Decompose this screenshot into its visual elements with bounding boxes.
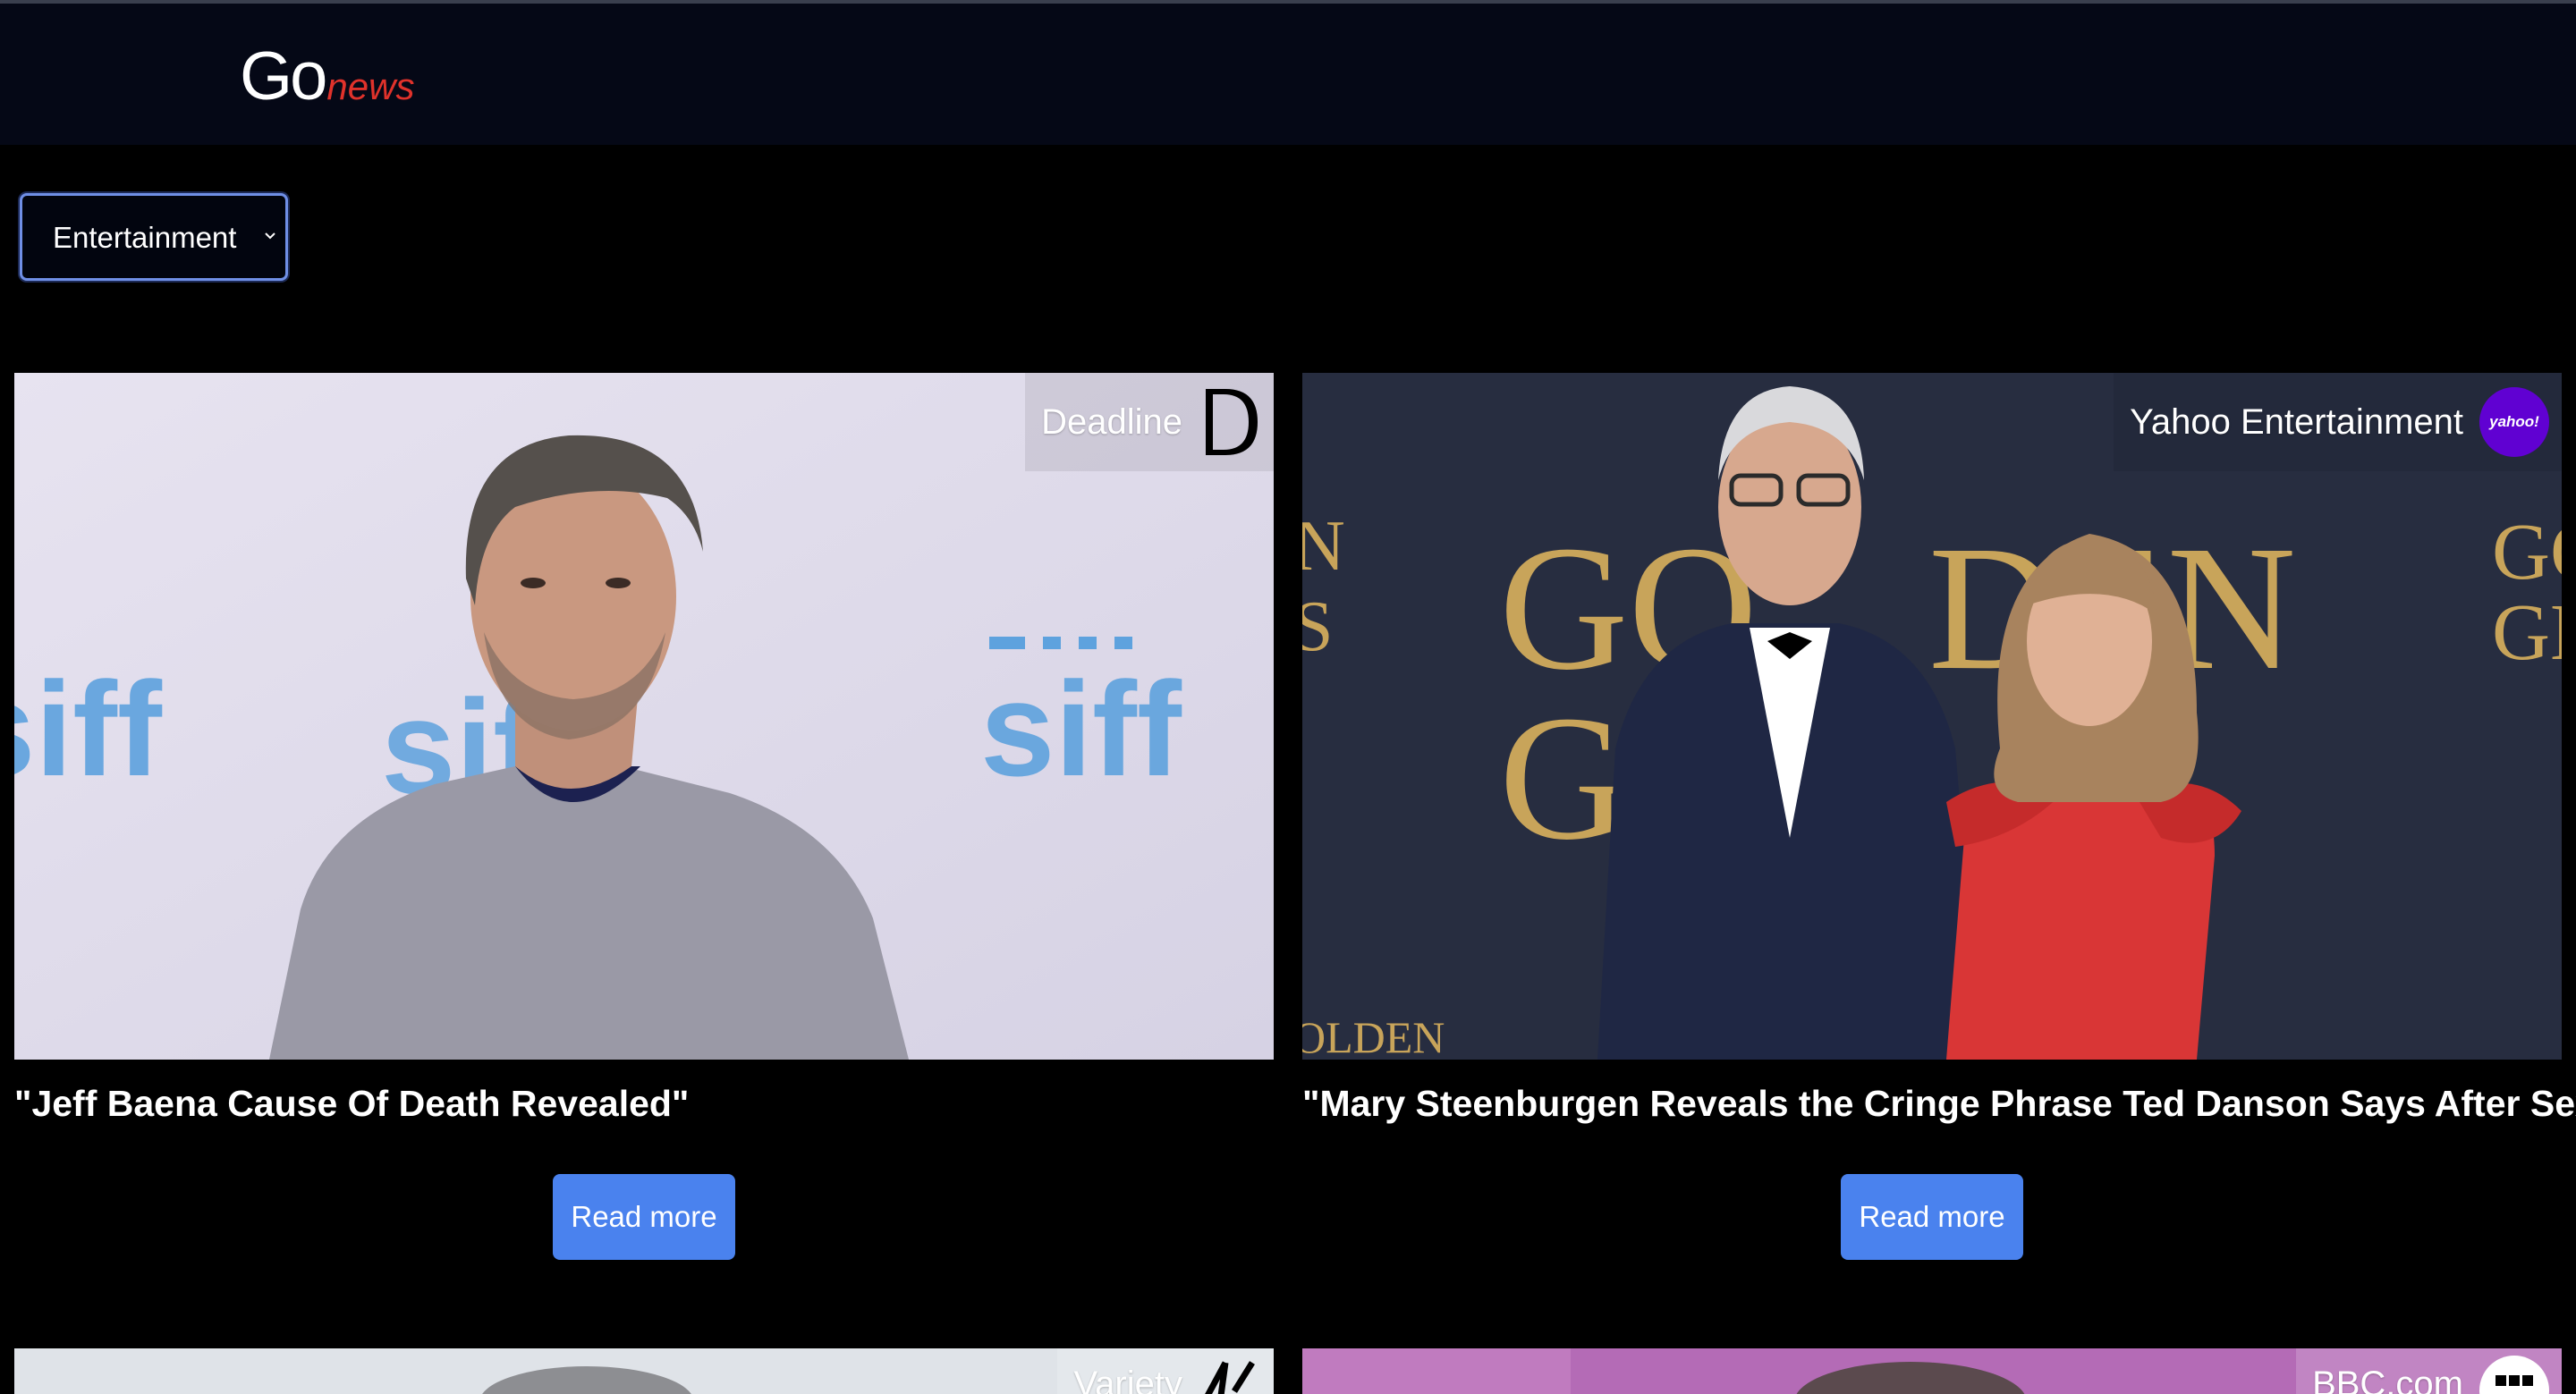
source-badge: Deadline: [1025, 373, 1274, 471]
read-more-button[interactable]: Read more: [553, 1174, 735, 1260]
svg-text:siff: siff: [980, 654, 1182, 804]
yahoo-logo-text: yahoo!: [2489, 413, 2539, 430]
navbar: Go news: [0, 4, 2576, 145]
read-more-button[interactable]: Read more: [1841, 1174, 2023, 1260]
article-title[interactable]: "Jeff Baena Cause Of Death Revealed": [14, 1083, 689, 1125]
brand-logo[interactable]: Go news: [240, 38, 414, 115]
article-photo: GO DEN G GO GL N S OLDEN: [1302, 373, 2562, 1060]
svg-text:G: G: [1499, 680, 1628, 877]
article-title[interactable]: "Mary Steenburgen Reveals the Cringe Phr…: [1302, 1083, 2576, 1125]
svg-text:OLDEN: OLDEN: [1302, 1012, 1445, 1060]
article-image[interactable]: siff siff siff Deadline: [14, 373, 1274, 1060]
deadline-logo-icon: [1206, 389, 1258, 455]
category-select[interactable]: Entertainment: [20, 193, 288, 281]
source-name: BBC.com: [2312, 1364, 2463, 1394]
news-card: BBC.com: [1302, 1348, 2562, 1394]
brand-main: Go: [240, 38, 327, 114]
article-photo: siff siff siff: [14, 373, 1274, 1060]
source-name: Yahoo Entertainment: [2130, 401, 2463, 442]
source-badge: Variety: [1057, 1348, 1274, 1394]
svg-text:GL: GL: [2492, 588, 2562, 677]
yahoo-logo-icon: yahoo!: [2479, 387, 2549, 457]
source-badge: Yahoo Entertainment yahoo!: [2114, 373, 2562, 471]
variety-logo-icon: [1205, 1361, 1255, 1394]
source-name: Deadline: [1041, 401, 1182, 442]
category-select-value: Entertainment: [53, 221, 237, 254]
source-name: Variety: [1073, 1364, 1182, 1394]
bbc-logo-icon: [2479, 1356, 2549, 1394]
brand-accent: news: [326, 65, 415, 107]
svg-text:S: S: [1302, 587, 1334, 666]
source-badge: BBC.com: [2296, 1348, 2562, 1394]
article-image[interactable]: GO DEN G GO GL N S OLDEN: [1302, 373, 2562, 1060]
news-card: Variety: [14, 1348, 1274, 1394]
chevron-down-icon: [265, 232, 275, 240]
svg-text:N: N: [1302, 507, 1345, 586]
svg-text:GO: GO: [2492, 508, 2562, 596]
svg-text:siff: siff: [14, 654, 163, 804]
news-card: GO DEN G GO GL N S OLDEN: [1302, 373, 2576, 1260]
news-card: siff siff siff Deadline: [14, 373, 1274, 1260]
